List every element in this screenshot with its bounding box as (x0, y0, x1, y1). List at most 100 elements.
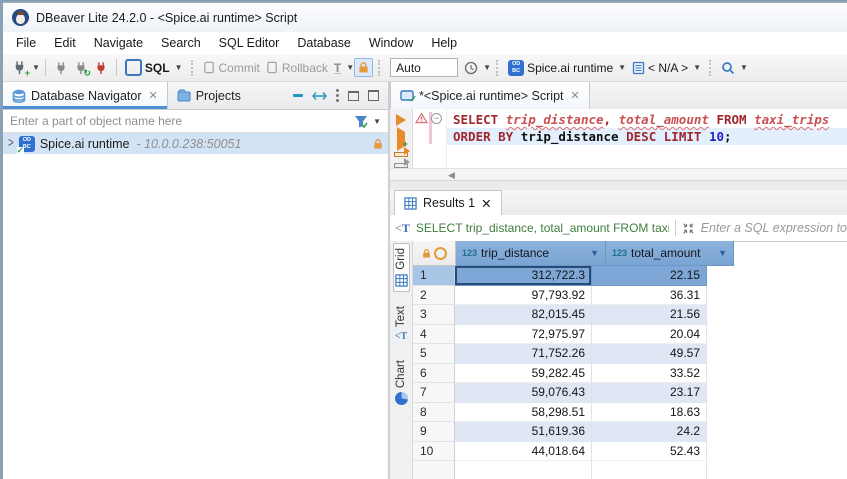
menu-window[interactable]: Window (360, 33, 422, 53)
grid-cell[interactable]: 97,793.92 (455, 286, 592, 306)
close-icon[interactable]: ✕ (148, 89, 157, 102)
view-menu-icon[interactable] (336, 89, 339, 102)
menu-sql-editor[interactable]: SQL Editor (210, 33, 289, 53)
filter-dropdown[interactable]: ▼ (373, 117, 381, 126)
tab-sql-script[interactable]: ✓ *<Spice.ai runtime> Script ✕ (390, 82, 590, 109)
execute-statement-button[interactable] (396, 114, 406, 126)
column-header-trip-distance[interactable]: 123 trip_distance ▼ (456, 241, 606, 266)
grid-cell[interactable]: 59,076.43 (455, 383, 592, 403)
menu-search[interactable]: Search (152, 33, 210, 53)
grid-cell[interactable]: 20.04 (592, 325, 707, 345)
grid-cell[interactable]: 33.52 (592, 364, 707, 384)
grid-cell[interactable]: 51,619.36 (455, 422, 592, 442)
tab-chart-view[interactable]: Chart (394, 356, 409, 409)
menu-navigate[interactable]: Navigate (85, 33, 152, 53)
grid-cell[interactable]: 22.15 (592, 266, 707, 286)
tab-results-1[interactable]: Results 1 ✕ (394, 190, 502, 215)
reconnect-icon[interactable]: ↻ (71, 59, 91, 77)
menu-edit[interactable]: Edit (45, 33, 85, 53)
column-header-total-amount[interactable]: 123 total_amount ▼ (606, 241, 734, 266)
sql-code-line-1[interactable]: SELECT trip_distance, total_amount FROM … (447, 111, 847, 128)
row-number-cell[interactable]: 10 (413, 442, 455, 462)
row-number-cell[interactable]: 3 (413, 305, 455, 325)
grid-cell[interactable]: 24.2 (592, 422, 707, 442)
results-filter-sql[interactable]: SELECT trip_distance, total_amount FROM … (416, 221, 669, 235)
grid-cell[interactable]: 82,015.45 (455, 305, 592, 325)
grid-corner-cell[interactable] (413, 241, 456, 266)
record-mode-icon (434, 247, 447, 260)
sql-token: total_amount (619, 112, 709, 127)
grid-cell[interactable]: 58,298.51 (455, 403, 592, 423)
sql-code-line-2[interactable]: ORDER BY trip_distance DESC LIMIT 10; (447, 128, 847, 145)
row-number-cell[interactable]: 8 (413, 403, 455, 423)
connect-icon[interactable] (51, 59, 71, 77)
collapse-all-icon[interactable] (293, 94, 303, 97)
active-connection-select[interactable]: ODBCSpice.ai runtime▼ (505, 58, 629, 78)
transaction-dropdown[interactable]: ▼ (346, 63, 354, 72)
search-icon[interactable] (718, 59, 738, 77)
expand-chevron-icon[interactable]: > (8, 136, 14, 151)
row-number-cell[interactable]: 4 (413, 325, 455, 345)
rollback-button[interactable]: Rollback (263, 59, 331, 77)
sql-token: SELECT (453, 112, 498, 127)
fold-collapse-icon[interactable]: − (431, 113, 442, 124)
menu-database[interactable]: Database (288, 33, 360, 53)
sort-desc-icon[interactable]: ▼ (590, 248, 599, 258)
transaction-log-icon[interactable]: T̲ (331, 59, 344, 77)
grid-cell[interactable]: 23.17 (592, 383, 707, 403)
grid-cell[interactable]: 49.57 (592, 344, 707, 364)
filter-funnel-icon[interactable] (354, 114, 368, 128)
row-number-cell[interactable]: 6 (413, 364, 455, 384)
history-clock-icon[interactable] (461, 59, 481, 77)
new-connection-button[interactable]: + (9, 58, 30, 77)
sql-token: ; (724, 129, 732, 144)
grid-cell[interactable]: 18.63 (592, 403, 707, 423)
tab-database-navigator[interactable]: Database Navigator ✕ (3, 82, 168, 109)
commit-button[interactable]: Commit (200, 59, 263, 77)
folding-ruler[interactable]: − (429, 109, 447, 168)
close-icon[interactable]: ✕ (571, 89, 580, 102)
grid-cell[interactable]: 59,282.45 (455, 364, 592, 384)
execute-script-button[interactable] (394, 152, 408, 157)
row-number-cell[interactable]: 1 (413, 266, 455, 286)
tab-text-view[interactable]: Text <T (394, 302, 408, 346)
disconnect-icon[interactable] (91, 59, 111, 77)
tab-grid-view[interactable]: Grid (393, 243, 410, 292)
new-connection-dropdown[interactable]: ▼ (32, 63, 40, 72)
search-dropdown[interactable]: ▼ (740, 63, 748, 72)
sql-token (656, 129, 664, 144)
grid-cell[interactable]: 21.56 (592, 305, 707, 325)
row-number-cell[interactable]: 5 (413, 344, 455, 364)
grid-cell[interactable]: 312,722.3 (455, 266, 592, 286)
sql-editor[interactable]: + − SELECT trip_distance, total_amount F… (390, 109, 847, 168)
sql-editor-button[interactable]: SQL▼ (122, 57, 186, 78)
menu-file[interactable]: File (7, 33, 45, 53)
connection-lock-toggle[interactable] (354, 58, 373, 77)
menu-help[interactable]: Help (422, 33, 466, 53)
filter-expression-placeholder[interactable]: Enter a SQL expression to (701, 221, 847, 235)
grid-cell[interactable]: 52.43 (592, 442, 707, 462)
pie-chart-icon (395, 392, 408, 405)
close-icon[interactable]: ✕ (481, 196, 491, 211)
row-number-cell[interactable]: 9 (413, 422, 455, 442)
grid-cell[interactable]: 71,752.26 (455, 344, 592, 364)
active-schema-select[interactable]: < N/A >▼ (629, 59, 704, 77)
execute-new-tab-button[interactable]: + (397, 132, 405, 146)
row-number-cell[interactable]: 2 (413, 286, 455, 306)
history-dropdown[interactable]: ▼ (483, 63, 491, 72)
grid-cell[interactable]: 44,018.64 (455, 442, 592, 462)
tree-item-connection[interactable]: > ODBC Spice.ai runtime - 10.0.0.238:500… (3, 133, 388, 154)
sql-code[interactable]: SELECT trip_distance, total_amount FROM … (447, 109, 847, 168)
sort-icon[interactable]: ▼ (718, 248, 727, 258)
row-number-cell[interactable]: 7 (413, 383, 455, 403)
expand-filter-icon[interactable] (682, 222, 695, 235)
grid-cell[interactable]: 36.31 (592, 286, 707, 306)
maximize-view-icon[interactable] (368, 90, 379, 101)
tab-projects[interactable]: Projects (168, 82, 250, 109)
minimize-view-icon[interactable] (348, 91, 359, 101)
link-editor-icon[interactable] (312, 91, 327, 101)
grid-cell[interactable]: 72,975.97 (455, 325, 592, 345)
commit-mode-select[interactable]: Auto (390, 58, 458, 77)
object-filter-input[interactable] (3, 114, 354, 128)
refresh-overlay-icon: ↻ (83, 69, 91, 78)
